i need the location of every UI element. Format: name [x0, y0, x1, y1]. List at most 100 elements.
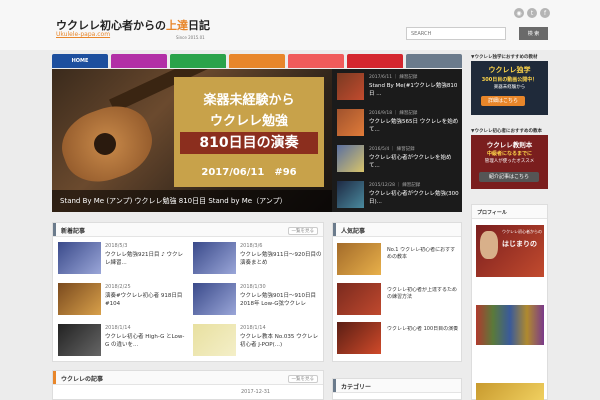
- book-image[interactable]: [476, 383, 544, 400]
- hero-list-title: Stand By Me(#1ウクレレ勉強810日 ...: [369, 83, 458, 97]
- rss-icon[interactable]: ◉: [514, 8, 524, 18]
- post-date: 2018/5/3: [105, 243, 128, 249]
- popular-thumb: [337, 243, 381, 275]
- popular-title: ウクレレ初心者が上達するための練習方法: [387, 287, 458, 300]
- site-header: ウクレレ初心者からの上達日記 Ukulele-papa.com Since 20…: [0, 0, 600, 50]
- banner-title: ウクレレ教則本: [486, 141, 533, 149]
- popular-title: No.1 ウクレレ初心者におすすめの教本: [387, 247, 456, 260]
- profile-panel: プロフィール ウクレレ初心者からの はじまりの: [471, 204, 548, 400]
- post-thumb: [58, 283, 101, 315]
- lesson-banner[interactable]: ウクレレ独学 300日目の動画公開中！ 楽器未経験から 詳細はこちら: [471, 61, 548, 115]
- banner-button[interactable]: 紹介記事はこちら: [479, 172, 539, 182]
- post-item[interactable]: 2018/1/14 ウクレレ初心者 High-G とLow-G の違いを...: [55, 322, 189, 358]
- category-panel: ウクレレの記事 一覧を見る 2017-12-31: [52, 370, 324, 400]
- panel-accent-bar: [333, 379, 336, 392]
- more-link[interactable]: 一覧を見る: [287, 227, 318, 235]
- site-title-part: 日記: [188, 19, 210, 32]
- hero-list-date: 2016/5/4 ｜ 練習記録: [369, 147, 415, 152]
- hero-list-item[interactable]: 2015/12/28 ｜ 練習記録 ウクレレ初心者がウクレレ勉強(300日)..…: [333, 177, 462, 212]
- new-posts-panel: 新着記事 一覧を見る 2018/5/3 ウクレレ勉強921日目 ♪ ウクレレ練習…: [52, 222, 324, 362]
- panel-title: ウクレレの記事: [61, 376, 104, 383]
- site-subtitle[interactable]: Ukulele-papa.com: [56, 31, 110, 38]
- post-title: ウクレレ勉強911日～920日目の演奏まとめ: [240, 252, 322, 266]
- sidebar-label: ▼ウクレレ初心者におすすめの教本: [471, 129, 542, 134]
- post-thumb: [193, 283, 236, 315]
- nav-item-home[interactable]: HOME: [52, 54, 108, 68]
- hero-title-box: 楽器未経験から ウクレレ勉強 810日目の演奏 2017/06/11 #96: [174, 77, 324, 187]
- post-date: 2017-12-31: [241, 389, 271, 395]
- post-thumb: [193, 242, 236, 274]
- panel-title: 人気記事: [341, 228, 366, 235]
- hero-main-slide[interactable]: 楽器未経験から ウクレレ勉強 810日目の演奏 2017/06/11 #96 S…: [52, 69, 332, 212]
- post-thumb: [58, 242, 101, 274]
- post-item[interactable]: 2018/3/6 ウクレレ勉強911日～920日目の演奏まとめ: [190, 240, 324, 276]
- post-title: ウクレレ初心者 High-G とLow-G の違いを...: [105, 334, 185, 348]
- popular-item[interactable]: No.1 ウクレレ初心者におすすめの教本: [337, 243, 459, 279]
- post-item[interactable]: 2018/1/30 ウクレレ勉強901日～910日目 2018年 Low-G弦ウ…: [190, 281, 324, 317]
- profile-image[interactable]: ウクレレ初心者からの はじまりの: [476, 225, 544, 277]
- more-link[interactable]: 一覧を見る: [287, 375, 318, 383]
- hero-list-item[interactable]: 2016/9/18 ｜ 練習記録 ウクレレ勉強565日 ウクレレを始めて...: [333, 105, 462, 141]
- hero-list-date: 2017/6/11 ｜ 練習記録: [369, 75, 418, 80]
- popular-panel: 人気記事 No.1 ウクレレ初心者におすすめの教本 ウクレレ初心者が上達するため…: [332, 222, 462, 362]
- category-list-panel: カテゴリー: [332, 378, 462, 400]
- hero-list-title: ウクレレ初心者がウクレレを始めて...: [369, 155, 452, 169]
- banner-text: 楽器未経験から: [493, 85, 526, 90]
- nav-item-5[interactable]: [288, 54, 344, 68]
- nav-item-7[interactable]: [406, 54, 462, 68]
- panel-accent-bar: [53, 223, 56, 236]
- panel-header: 新着記事 一覧を見る: [53, 223, 323, 237]
- social-icons: ◉ t f: [514, 8, 550, 18]
- banner-subtitle: 中級者になるまでに: [486, 151, 532, 157]
- twitter-icon[interactable]: t: [527, 8, 537, 18]
- hero-list-title: ウクレレ初心者がウクレレ勉強(300日)...: [369, 191, 459, 205]
- popular-thumb: [337, 283, 381, 315]
- profile-badge: ウクレレ初心者からの: [502, 229, 542, 234]
- textbook-banner[interactable]: ウクレレ教則本 中級者になるまでに 管理人が使ったオススメ 紹介記事はこちら: [471, 135, 548, 189]
- search-button[interactable]: 検 索: [519, 27, 548, 40]
- panel-accent-bar: [333, 223, 336, 236]
- panel-header: カテゴリー: [333, 379, 461, 393]
- banner-text: 管理人が使ったオススメ: [484, 159, 535, 164]
- sidebar-label: ▼ウクレレ独学におすすめの教材: [471, 55, 538, 60]
- hero-list-thumb: [337, 181, 364, 208]
- nav-item-6[interactable]: [347, 54, 403, 68]
- hero-list-item[interactable]: 2016/5/4 ｜ 練習記録 ウクレレ初心者がウクレレを始めて...: [333, 141, 462, 177]
- facebook-icon[interactable]: f: [540, 8, 550, 18]
- post-title: ウクレレ勉強921日目 ♪ ウクレレ練習...: [105, 252, 184, 266]
- nav-item-2[interactable]: [111, 54, 167, 68]
- popular-item[interactable]: ウクレレ初心者が上達するための練習方法: [337, 283, 459, 319]
- page: ウクレレ初心者からの 上達日記 Ukulele-papa.com Since 20…: [0, 0, 600, 400]
- hero-list-title: ウクレレ勉強565日 ウクレレを始めて...: [369, 119, 459, 133]
- post-item[interactable]: 2018/5/3 ウクレレ勉強921日目 ♪ ウクレレ練習...: [55, 240, 189, 276]
- hero-line-4: 2017/06/11 #96: [201, 167, 297, 178]
- popular-item[interactable]: ウクレレ初心者 100日目の演奏: [337, 322, 459, 358]
- panel-header: ウクレレの記事 一覧を見る: [53, 371, 323, 385]
- hero-caption[interactable]: Stand By Me (アンプ) ウクレレ勉強 810日目 Stand by …: [52, 190, 332, 212]
- search-input[interactable]: [406, 27, 506, 40]
- panel-title: 新着記事: [61, 228, 86, 235]
- post-date: 2018/1/30: [240, 284, 266, 290]
- panel-accent-bar: [53, 371, 56, 384]
- banner-subtitle: 300日目の動画公開中！: [481, 77, 538, 83]
- hero-list-date: 2015/12/28 ｜ 練習記録: [369, 183, 421, 188]
- profile-photo: [480, 231, 498, 259]
- panel-title: プロフィール: [477, 210, 507, 216]
- popular-title: ウクレレ初心者 100日目の演奏: [387, 326, 459, 332]
- main-nav: HOME: [52, 54, 462, 68]
- site-since: Since 2015.01: [176, 35, 205, 40]
- profile-text: はじまりの: [502, 240, 537, 248]
- post-item[interactable]: 2018/2/25 演奏#ウクレレ初心者 918日目 #104: [55, 281, 189, 317]
- hero-list-thumb: [337, 109, 364, 136]
- bookshelf-image[interactable]: [476, 305, 544, 345]
- ukulele-sound-hole: [94, 133, 116, 155]
- hero-list-thumb: [337, 145, 364, 172]
- post-thumb: [193, 324, 236, 356]
- nav-item-4[interactable]: [229, 54, 285, 68]
- hero-slider: 楽器未経験から ウクレレ勉強 810日目の演奏 2017/06/11 #96 S…: [52, 69, 462, 212]
- post-item[interactable]: 2018/1/14 ウクレレ教本 No.035 ウクレレ初心者 J-POP(..…: [190, 322, 324, 358]
- hero-list-date: 2016/9/18 ｜ 練習記録: [369, 111, 418, 116]
- hero-list-item[interactable]: 2017/6/11 ｜ 練習記録 Stand By Me(#1ウクレレ勉強810…: [333, 69, 462, 105]
- banner-button[interactable]: 詳細はこちら: [481, 96, 525, 106]
- nav-item-3[interactable]: [170, 54, 226, 68]
